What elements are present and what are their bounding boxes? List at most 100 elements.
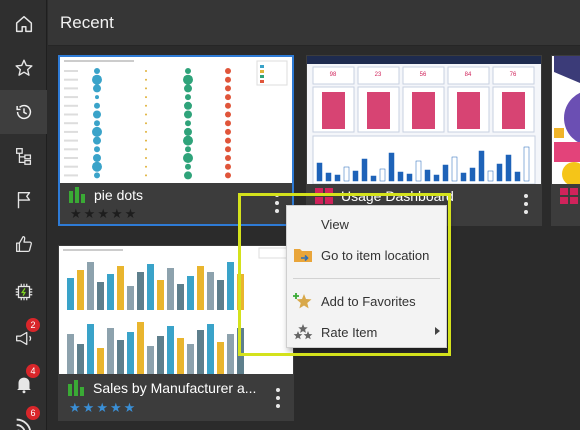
- more-options-button[interactable]: [273, 388, 283, 408]
- tile-thumbnail: [60, 57, 292, 187]
- star-icon[interactable]: ★: [97, 206, 111, 221]
- dashboard-thumbnail: 98 23 56 84 76: [307, 56, 541, 185]
- menu-separator: [293, 278, 440, 279]
- thumb-table-fill: [502, 92, 525, 129]
- thumb-kpi-value: 98: [330, 72, 337, 78]
- rating-stars[interactable]: ★★★★★: [70, 206, 138, 222]
- rating-stars[interactable]: ★★★★★: [69, 400, 137, 416]
- menu-item-label: Rate Item: [321, 325, 378, 340]
- star-icon[interactable]: ★: [84, 206, 98, 221]
- thumb-bar: [67, 334, 74, 374]
- tile-partial[interactable]: [551, 55, 580, 226]
- nav-announcements[interactable]: 2: [0, 316, 47, 360]
- more-options-button[interactable]: [272, 193, 282, 213]
- thumb-dot: [225, 85, 231, 92]
- thumb-row-label: [64, 87, 78, 90]
- menu-item-go-to-location[interactable]: Go to item location: [287, 240, 446, 270]
- thumb-dot: [145, 130, 147, 133]
- context-menu: View Go to item location Add to Favorite…: [286, 205, 447, 348]
- thumb-dot: [95, 95, 99, 100]
- thumb-trend-bar: [388, 152, 395, 182]
- thumb-bar: [237, 274, 244, 310]
- thumb-dot: [145, 113, 147, 116]
- nav-feed[interactable]: 6: [0, 404, 47, 430]
- thumb-dot: [94, 68, 100, 74]
- thumb-bar: [197, 330, 204, 374]
- thumb-row-label: [64, 113, 78, 116]
- thumb-trend-bar: [415, 160, 422, 182]
- thumb-dot: [225, 94, 231, 101]
- thumb-table-fill: [322, 92, 345, 129]
- star-icon: [14, 59, 33, 76]
- rate-stars-icon: [293, 324, 313, 340]
- infographic-thumbnail: [552, 56, 580, 186]
- thumb-dot: [183, 74, 193, 85]
- more-options-button[interactable]: [521, 194, 531, 214]
- star-icon[interactable]: ★: [111, 206, 125, 221]
- thumb-kpi-value: 76: [510, 72, 517, 78]
- thumb-bar: [207, 272, 214, 310]
- chip-icon: [15, 283, 32, 301]
- thumb-legend-swatch: [260, 75, 264, 78]
- thumb-trend-bar: [370, 175, 377, 182]
- menu-item-add-to-favorites[interactable]: Add to Favorites: [287, 286, 446, 316]
- tile-thumbnail: 98 23 56 84 76: [307, 56, 541, 186]
- nav-notifications[interactable]: 4: [0, 362, 47, 406]
- thumb-dot: [145, 165, 147, 168]
- tile-title: Usage Dashboard: [341, 188, 454, 204]
- thumb-dot: [225, 163, 231, 170]
- star-icon[interactable]: ★: [69, 400, 83, 415]
- thumb-bar: [147, 264, 154, 310]
- thumb-dot: [145, 148, 147, 151]
- thumb-row-label: [64, 104, 78, 107]
- tile-sales-by-manufacturer[interactable]: Sales by Manufacturer a... ★★★★★: [58, 245, 294, 421]
- tile-pie-dots[interactable]: pie dots ★★★★★: [58, 55, 294, 226]
- thumb-table-fill: [412, 92, 435, 129]
- nav-flag[interactable]: [0, 178, 47, 222]
- app-root: 2 4 6 Recent pie dots ★★★★★ 98 23 56 84 …: [0, 0, 580, 430]
- nav-favorites[interactable]: [0, 46, 47, 90]
- thumb-bar: [237, 328, 244, 374]
- tile-footer: Sales by Manufacturer a... ★★★★★: [59, 374, 293, 420]
- nav-recent[interactable]: [0, 90, 47, 134]
- star-icon[interactable]: ★: [96, 400, 110, 415]
- thumb-row-label: [64, 70, 78, 72]
- thumb-dot: [93, 136, 101, 145]
- menu-item-rate-item[interactable]: Rate Item: [287, 317, 446, 347]
- star-icon[interactable]: ★: [124, 400, 138, 415]
- menu-item-view[interactable]: View: [287, 209, 446, 239]
- page-header: Recent: [48, 0, 580, 46]
- star-icon[interactable]: ★: [70, 206, 84, 221]
- tile-usage-dashboard[interactable]: 98 23 56 84 76 Usage Dashboard: [306, 55, 542, 226]
- thumb-trend-bar: [325, 172, 332, 182]
- thumb-bar: [137, 272, 144, 310]
- thumb-bar: [227, 262, 234, 310]
- star-icon[interactable]: ★: [83, 400, 97, 415]
- thumb-dot: [225, 76, 231, 83]
- thumb-trend-bar: [316, 162, 323, 182]
- submenu-arrow-icon: [435, 327, 440, 335]
- thumb-bar: [207, 324, 214, 374]
- thumb-trend-bar: [469, 167, 476, 182]
- star-icon[interactable]: ★: [110, 400, 124, 415]
- thumb-bar: [87, 324, 94, 374]
- thumb-dot: [185, 94, 191, 101]
- folder-arrow-icon: [294, 249, 312, 262]
- thumb-trend-bar: [478, 150, 485, 182]
- thumb-trend-bar: [514, 171, 521, 182]
- thumb-legend-swatch: [260, 70, 264, 73]
- thumb-dot: [92, 161, 102, 172]
- nav-browse[interactable]: [0, 134, 47, 178]
- nav-integrations[interactable]: [0, 270, 47, 314]
- nav-likes[interactable]: [0, 222, 47, 266]
- star-icon[interactable]: ★: [125, 206, 139, 221]
- nav-home[interactable]: [0, 2, 47, 46]
- thumb-bar: [177, 338, 184, 374]
- thumb-trend-bar: [460, 172, 467, 182]
- thumb-row-label: [64, 139, 78, 142]
- thumb-dot: [145, 96, 147, 99]
- thumb-bar: [127, 286, 134, 310]
- thumb-trend-bar: [343, 166, 350, 182]
- thumb-table-fill: [367, 92, 390, 129]
- thumb-trend-bar: [352, 170, 359, 182]
